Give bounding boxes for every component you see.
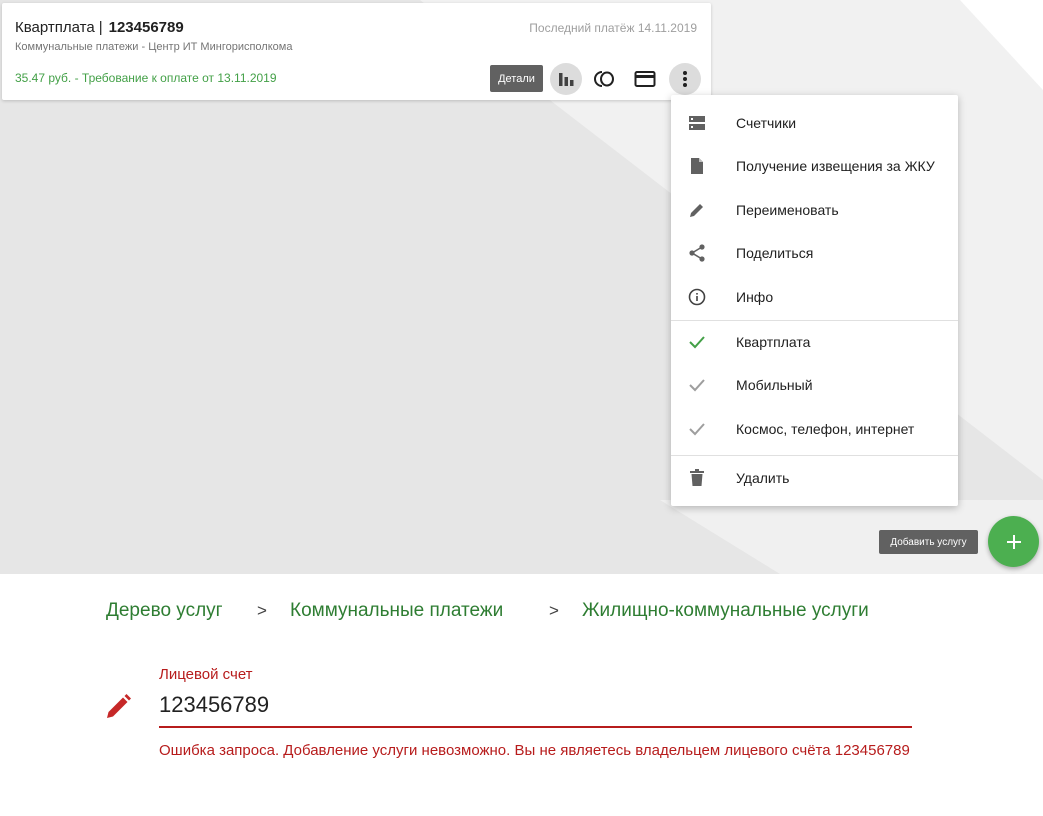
options-menu: Счетчики Получение извещения за ЖКУ Пере…	[671, 95, 958, 506]
more-vert-icon	[683, 71, 687, 87]
menu-item-list-kvartplata[interactable]: Квартплата	[671, 321, 958, 363]
breadcrumb-item-utilities[interactable]: Коммунальные платежи	[290, 600, 503, 622]
card-title-separator: |	[98, 19, 103, 36]
menu-item-label: Получение извещения за ЖКУ	[736, 158, 935, 174]
pay-button[interactable]	[629, 63, 661, 95]
breadcrumb-separator: >	[257, 601, 267, 620]
menu-item-info[interactable]: Инфо	[671, 276, 958, 318]
card-provider: Коммунальные платежи - Центр ИТ Мингорис…	[15, 41, 293, 53]
account-field-error: Ошибка запроса. Добавление услуги невозм…	[159, 742, 910, 759]
pencil-icon	[107, 694, 131, 718]
credit-card-icon	[634, 71, 656, 87]
details-button[interactable]: Детали	[490, 65, 543, 92]
menu-item-label: Переименовать	[736, 202, 839, 218]
document-icon	[686, 155, 708, 177]
account-field-input[interactable]: 123456789	[159, 692, 269, 718]
pencil-icon	[686, 199, 708, 221]
add-service-button[interactable]	[988, 516, 1039, 567]
menu-item-label: Поделиться	[736, 245, 814, 261]
services-panel: Квартплата | 123456789 Коммунальные платеж…	[0, 0, 1043, 574]
meters-icon	[686, 112, 708, 134]
menu-item-notice[interactable]: Получение извещения за ЖКУ	[671, 145, 958, 187]
info-icon	[686, 286, 708, 308]
card-account-number: 123456789	[108, 19, 184, 36]
menu-item-label: Мобильный	[736, 377, 813, 393]
menu-divider	[671, 455, 958, 456]
menu-item-rename[interactable]: Переименовать	[671, 189, 958, 231]
account-field-label: Лицевой счет	[159, 666, 253, 683]
breadcrumb-separator: >	[549, 601, 559, 620]
card-title: Квартплата | 123456789	[15, 19, 184, 36]
menu-item-meters[interactable]: Счетчики	[671, 102, 958, 144]
menu-item-delete[interactable]: Удалить	[671, 457, 958, 499]
menu-item-share[interactable]: Поделиться	[671, 232, 958, 274]
menu-item-label: Инфо	[736, 289, 774, 305]
add-service-tooltip: Добавить услугу	[879, 530, 978, 554]
menu-item-label: Удалить	[736, 470, 790, 486]
card-payment-due[interactable]: 35.47 руб. - Требование к оплате от 13.1…	[15, 71, 277, 85]
menu-item-label: Счетчики	[736, 115, 797, 131]
service-card[interactable]: Квартплата | 123456789 Коммунальные платеж…	[2, 3, 711, 100]
check-icon	[686, 331, 708, 353]
menu-item-label: Квартплата	[736, 334, 811, 350]
card-last-payment: Последний платёж 14.11.2019	[529, 21, 697, 35]
more-options-button[interactable]	[669, 63, 701, 95]
menu-item-list-internet[interactable]: Космос, телефон, интернет	[671, 408, 958, 450]
check-icon	[686, 374, 708, 396]
bar-chart-icon	[559, 73, 574, 86]
account-field-underline	[159, 726, 912, 728]
ring-icon	[594, 71, 614, 87]
card-service-name: Квартплата	[15, 19, 95, 36]
autopay-button[interactable]	[589, 63, 621, 95]
menu-item-list-mobile[interactable]: Мобильный	[671, 364, 958, 406]
trash-icon	[686, 467, 708, 489]
plus-icon	[1006, 534, 1021, 549]
statistics-button[interactable]	[550, 63, 582, 95]
breadcrumb-item-housing[interactable]: Жилищно-коммунальные услуги	[582, 600, 869, 622]
share-icon	[686, 242, 708, 264]
breadcrumb: Дерево услуг > Коммунальные платежи > Жи…	[106, 600, 986, 626]
breadcrumb-item-service-tree[interactable]: Дерево услуг	[106, 600, 223, 622]
check-icon	[686, 418, 708, 440]
menu-item-label: Космос, телефон, интернет	[736, 421, 915, 437]
